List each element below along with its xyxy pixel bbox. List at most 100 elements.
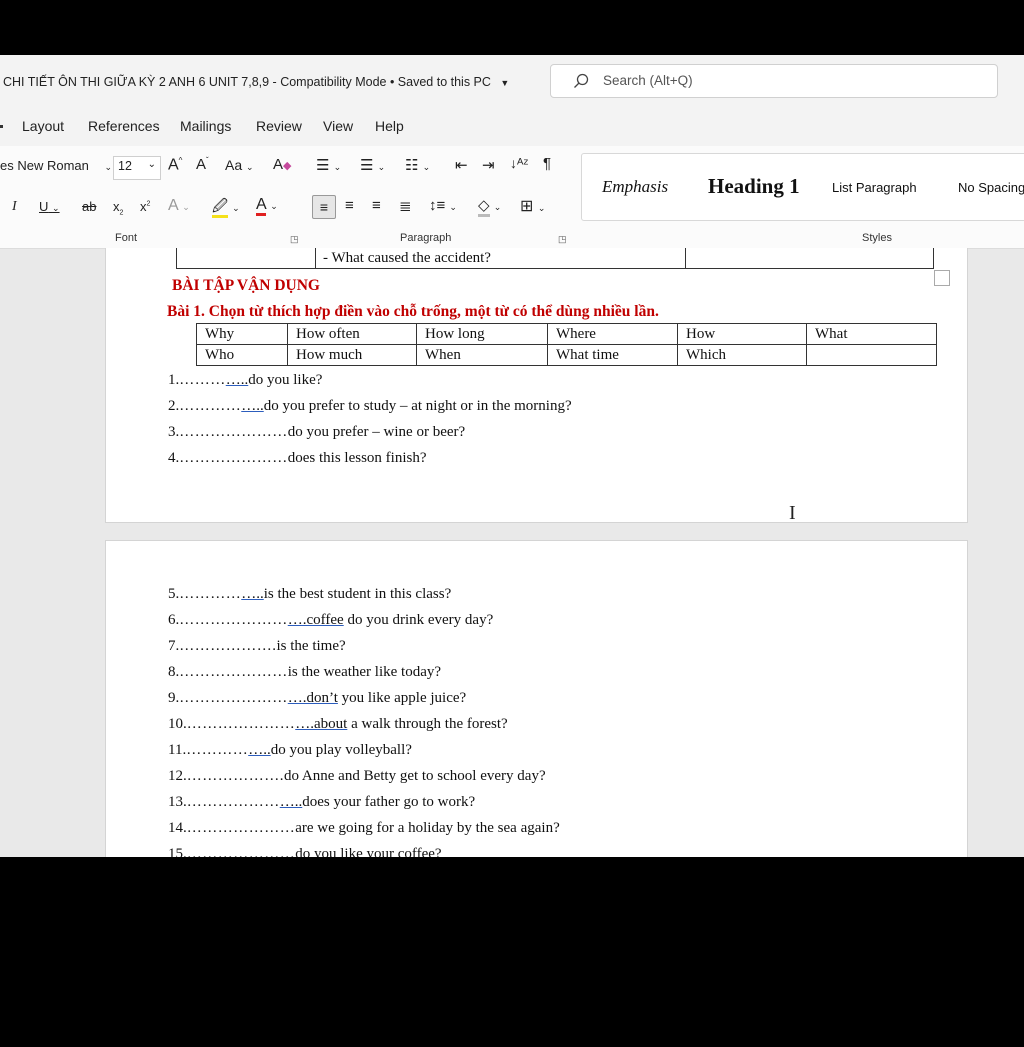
item-text: does your father go to work? (302, 794, 476, 810)
item-text: do you like? (248, 372, 323, 388)
item-text: do you prefer – wine or beer? (287, 424, 466, 440)
strikethrough-button[interactable]: ab (82, 199, 96, 214)
ribbon: es New Roman ⌄ 12 ⌄ A^ Aˇ Aa ⌄ A◆ I U ⌄ … (0, 146, 1024, 249)
blank-dots: ………… (179, 398, 242, 414)
font-name-dropdown[interactable]: es New Roman ⌄ (0, 158, 112, 173)
table-cell: What (806, 323, 937, 345)
blank-underlined: ….about (295, 716, 348, 732)
item-number: 9. (168, 690, 180, 706)
search-placeholder: Search (Alt+Q) (603, 73, 693, 88)
blank-dots: ………………… (186, 846, 296, 857)
styles-gallery: Emphasis Heading 1 List Paragraph No Spa… (581, 153, 1024, 221)
document-title-text: CHI TIẾT ÔN THI GIỮA KỲ 2 ANH 6 UNIT 7,8… (3, 75, 491, 89)
subscript-button[interactable]: x2 (113, 199, 123, 217)
chevron-down-icon: ⌄ (147, 159, 156, 170)
paragraph-group-label: Paragraph (400, 232, 452, 244)
shrink-font-button[interactable]: Aˇ (196, 156, 209, 173)
document-title[interactable]: CHI TIẾT ÔN THI GIỮA KỲ 2 ANH 6 UNIT 7,8… (3, 75, 509, 89)
style-no-spacing[interactable]: No Spacing (958, 180, 1024, 195)
table-cell: What time (547, 344, 678, 366)
align-left-icon[interactable]: ≡ (312, 195, 336, 219)
text-cursor-icon: I (789, 502, 796, 524)
item-number: 11. (168, 742, 187, 758)
item-number: 13. (168, 794, 187, 810)
table-cell: How long (416, 323, 548, 345)
font-group-label: Font (115, 232, 138, 244)
exercise-item: 15. …………………do you like your coffee? (168, 846, 442, 857)
table-cell: Which (677, 344, 807, 366)
exercise-item: 4. …………………does this lesson finish? (168, 450, 427, 467)
font-color-icon[interactable]: A ⌄ (256, 196, 278, 216)
align-right-icon[interactable]: ≡ (372, 197, 381, 214)
blank-underlined: ….. (279, 794, 303, 810)
sort-icon[interactable]: ↓ᴬᶻ (510, 155, 528, 171)
shrink-font-label: A (196, 156, 207, 173)
item-text: a walk through the forest? (347, 716, 508, 732)
multilevel-list-icon[interactable]: ☷ ⌄ (405, 156, 430, 174)
style-emphasis[interactable]: Emphasis (602, 177, 668, 197)
item-text: is the weather like today? (287, 664, 442, 680)
tab-layout[interactable]: Layout (22, 118, 64, 134)
style-list-paragraph[interactable]: List Paragraph (832, 180, 917, 195)
document-page-2[interactable]: 5. ……………..is the best student in this cl… (105, 540, 968, 857)
tab-help[interactable]: Help (375, 118, 404, 134)
blank-underlined: ….coffee (287, 612, 344, 628)
bullets-icon[interactable]: ☰ ⌄ (316, 156, 341, 174)
blank-underlined: ….. (241, 398, 264, 414)
superscript-button[interactable]: x2 (140, 199, 150, 214)
item-text: does this lesson finish? (287, 450, 427, 466)
previous-table-row: - What caused the accident? (176, 248, 934, 269)
tab-references[interactable]: References (88, 118, 160, 134)
search-box[interactable]: Search (Alt+Q) (550, 64, 998, 98)
section-heading: BÀI TẬP VẬN DỤNG (172, 277, 320, 294)
tab-overflow (0, 125, 3, 128)
table-row: Who How much When What time Which (196, 344, 937, 366)
shading-icon[interactable]: ◇ ⌄ (478, 196, 501, 217)
font-size-value: 12 (118, 159, 132, 173)
exercise-item: 1. …………..do you like? (168, 372, 322, 389)
exercise-item: 8. …………………is the weather like today? (168, 664, 441, 681)
document-page-1[interactable]: - What caused the accident? BÀI TẬP VẬN … (105, 248, 968, 524)
item-text: is the best student in this class? (263, 586, 452, 602)
style-heading-1[interactable]: Heading 1 (708, 174, 800, 199)
clear-format-icon[interactable]: A◆ (273, 156, 291, 173)
item-text: do you drink every day? (343, 612, 494, 628)
grow-font-label: A (168, 156, 179, 174)
numbering-icon[interactable]: ☰ ⌄ (360, 156, 385, 174)
highlight-color-icon[interactable]: 🖉 ⌄ (212, 196, 240, 221)
tab-mailings[interactable]: Mailings (180, 118, 231, 134)
ribbon-tabs: Layout References Mailings Review View H… (0, 108, 1024, 146)
tab-review[interactable]: Review (256, 118, 302, 134)
increase-indent-icon[interactable]: ⇥ (482, 156, 495, 174)
decrease-indent-icon[interactable]: ⇤ (455, 156, 468, 174)
change-case-button[interactable]: Aa ⌄ (225, 157, 254, 173)
exercise-item: 5. ……………..is the best student in this cl… (168, 586, 451, 603)
align-center-icon[interactable]: ≡ (345, 197, 354, 214)
table-cell: Why (196, 323, 288, 345)
title-bar: CHI TIẾT ÔN THI GIỮA KỲ 2 ANH 6 UNIT 7,8… (0, 55, 1024, 108)
italic-button[interactable]: I (12, 199, 17, 215)
table-resize-handle[interactable] (934, 270, 950, 286)
justify-icon[interactable]: ≣ (399, 197, 412, 215)
tab-view[interactable]: View (323, 118, 353, 134)
blank-underlined: ….. (248, 742, 271, 758)
line-spacing-icon[interactable]: ↕≡ ⌄ (429, 197, 457, 214)
pilcrow-icon[interactable]: ¶ (543, 155, 551, 172)
text-effects-icon[interactable]: A ⌄ (168, 197, 190, 215)
paragraph-dialog-launcher-icon[interactable]: ◳ (558, 234, 567, 245)
font-dialog-launcher-icon[interactable]: ◳ (290, 234, 299, 245)
item-number: 10. (168, 716, 187, 732)
underline-button[interactable]: U ⌄ (39, 199, 60, 214)
table-cell (806, 344, 937, 366)
grow-font-button[interactable]: A^ (168, 156, 182, 174)
table-divider (315, 248, 316, 268)
font-size-dropdown[interactable]: 12 ⌄ (113, 156, 161, 180)
borders-icon[interactable]: ⊞ ⌄ (520, 196, 545, 216)
item-text: are we going for a holiday by the sea ag… (295, 820, 560, 836)
blank-dots: ………………. (186, 768, 284, 784)
chevron-down-icon[interactable]: ▼ (500, 78, 509, 88)
exercise-item: 7. ……………….is the time? (168, 638, 346, 655)
blank-dots: ………………… (179, 450, 288, 466)
underline-label: U (39, 199, 49, 214)
exercise-item: 12. ……………….do Anne and Betty get to scho… (168, 768, 546, 785)
